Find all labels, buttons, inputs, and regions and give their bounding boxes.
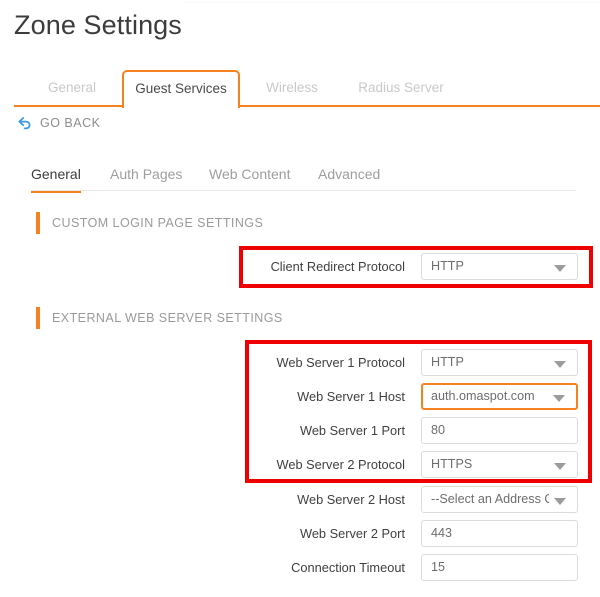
page-title: Zone Settings — [14, 8, 182, 42]
label-web-server-1-port: Web Server 1 Port — [240, 417, 405, 444]
row-web-server-1-host: Web Server 1 Host auth.omaspot.com — [240, 383, 580, 410]
tab-general[interactable]: General — [26, 70, 118, 106]
row-web-server-1-protocol: Web Server 1 Protocol HTTP — [240, 349, 580, 376]
chevron-down-icon — [554, 463, 566, 470]
tab-wireless[interactable]: Wireless — [244, 70, 340, 106]
select-web-server-2-protocol[interactable]: HTTPS — [421, 451, 578, 478]
select-web-server-1-host[interactable]: auth.omaspot.com — [421, 383, 578, 410]
row-connection-timeout: Connection Timeout 15 — [240, 554, 580, 581]
top-divider — [180, 2, 600, 3]
input-connection-timeout[interactable]: 15 — [421, 554, 578, 581]
sub-tabbar: General Auth Pages Web Content Advanced — [0, 163, 600, 193]
section-header-custom-login-page: CUSTOM LOGIN PAGE SETTINGS — [36, 212, 263, 234]
row-web-server-2-host: Web Server 2 Host --Select an Address O.… — [240, 486, 580, 513]
go-back-link[interactable]: GO BACK — [16, 113, 100, 133]
select-web-server-2-host[interactable]: --Select an Address O... — [421, 486, 578, 513]
row-web-server-1-port: Web Server 1 Port 80 — [240, 417, 580, 444]
section-header-external-web-server: EXTERNAL WEB SERVER SETTINGS — [36, 307, 283, 329]
row-client-redirect-protocol: Client Redirect Protocol HTTP — [240, 253, 580, 280]
primary-tabbar: General Guest Services Wireless Radius S… — [0, 70, 600, 106]
value-client-redirect-protocol: HTTP — [431, 254, 464, 279]
section-accent-bar — [36, 307, 40, 329]
subtab-web-content[interactable]: Web Content — [209, 163, 290, 189]
sub-tabbar-divider — [31, 190, 576, 191]
back-arrow-icon — [16, 115, 33, 131]
tab-radius-server[interactable]: Radius Server — [342, 70, 460, 106]
label-web-server-2-host: Web Server 2 Host — [240, 486, 405, 513]
label-connection-timeout: Connection Timeout — [240, 554, 405, 581]
label-web-server-1-host: Web Server 1 Host — [240, 383, 405, 410]
value-connection-timeout: 15 — [431, 555, 445, 580]
label-client-redirect-protocol: Client Redirect Protocol — [240, 253, 405, 280]
section-title: EXTERNAL WEB SERVER SETTINGS — [52, 311, 283, 325]
input-web-server-1-port[interactable]: 80 — [421, 417, 578, 444]
subtab-advanced[interactable]: Advanced — [318, 163, 380, 189]
value-web-server-1-port: 80 — [431, 418, 445, 443]
value-web-server-2-port: 443 — [431, 521, 452, 546]
input-web-server-2-port[interactable]: 443 — [421, 520, 578, 547]
label-web-server-2-port: Web Server 2 Port — [240, 520, 405, 547]
subtab-auth-pages[interactable]: Auth Pages — [110, 163, 182, 189]
subtab-general[interactable]: General — [31, 163, 81, 189]
section-accent-bar — [36, 212, 40, 234]
row-web-server-2-port: Web Server 2 Port 443 — [240, 520, 580, 547]
chevron-down-icon — [554, 265, 566, 272]
label-web-server-1-protocol: Web Server 1 Protocol — [240, 349, 405, 376]
row-web-server-2-protocol: Web Server 2 Protocol HTTPS — [240, 451, 580, 478]
zone-settings-page: Zone Settings General Guest Services Wir… — [0, 0, 600, 597]
value-web-server-2-protocol: HTTPS — [431, 452, 472, 477]
label-web-server-2-protocol: Web Server 2 Protocol — [240, 451, 405, 478]
chevron-down-icon — [554, 361, 566, 368]
section-title: CUSTOM LOGIN PAGE SETTINGS — [52, 216, 263, 230]
value-web-server-2-host: --Select an Address O... — [431, 487, 549, 512]
select-web-server-1-protocol[interactable]: HTTP — [421, 349, 578, 376]
tab-guest-services[interactable]: Guest Services — [122, 70, 240, 108]
value-web-server-1-host: auth.omaspot.com — [431, 385, 535, 408]
value-web-server-1-protocol: HTTP — [431, 350, 464, 375]
chevron-down-icon — [554, 498, 566, 505]
go-back-label: GO BACK — [40, 116, 100, 130]
select-client-redirect-protocol[interactable]: HTTP — [421, 253, 578, 280]
chevron-down-icon — [553, 395, 565, 402]
